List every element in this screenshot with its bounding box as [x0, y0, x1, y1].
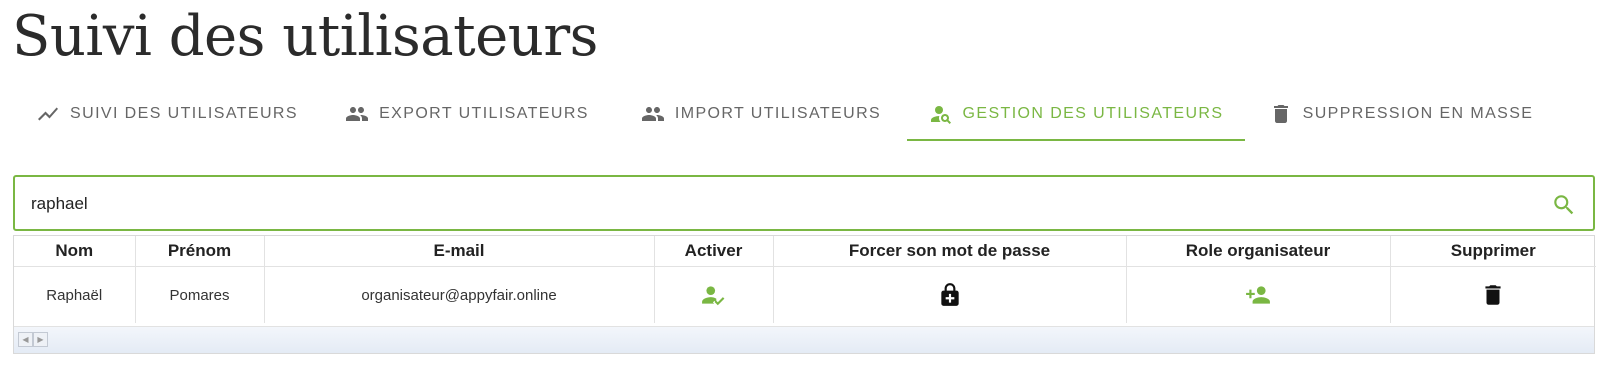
scroll-right-icon[interactable]: ▶ — [33, 332, 48, 347]
trash-icon[interactable] — [1480, 282, 1506, 308]
tab-gestion-utilisateurs[interactable]: GESTION DES UTILISATEURS — [907, 86, 1245, 141]
person-check-icon[interactable] — [701, 282, 727, 308]
users-grid: Nom Prénom E-mail Activer Forcer son mot… — [13, 235, 1596, 354]
column-header-email[interactable]: E-mail — [264, 236, 655, 267]
column-header-role-organisateur[interactable]: Role organisateur — [1126, 236, 1391, 267]
horizontal-scrollbar[interactable]: ◀ ▶ — [14, 326, 1594, 353]
tab-export-utilisateurs[interactable]: EXPORT UTILISATEURS — [322, 86, 612, 141]
person-add-icon[interactable] — [1245, 282, 1271, 308]
column-header-nom[interactable]: Nom — [14, 236, 136, 267]
person-search-icon — [929, 102, 953, 126]
cell-email: organisateur@appyfair.online — [264, 266, 655, 323]
tab-label: IMPORT UTILISATEURS — [674, 104, 882, 122]
scroll-arrows: ◀ ▶ — [18, 332, 48, 347]
tab-label: GESTION DES UTILISATEURS — [962, 104, 1224, 122]
cell-nom: Raphaël — [14, 266, 136, 323]
search-bar — [13, 175, 1595, 231]
tab-label: EXPORT UTILISATEURS — [379, 104, 589, 122]
search-icon[interactable] — [1551, 192, 1577, 218]
tab-label: SUIVI DES UTILISATEURS — [70, 104, 298, 122]
scroll-left-icon[interactable]: ◀ — [18, 332, 33, 347]
column-header-supprimer[interactable]: Supprimer — [1390, 236, 1596, 267]
cell-prenom: Pomares — [135, 266, 265, 323]
group-icon — [641, 102, 665, 126]
cell-forcer-mot-de-passe — [773, 266, 1127, 323]
trending-icon — [36, 102, 60, 126]
column-header-activer[interactable]: Activer — [654, 236, 774, 267]
users-table: Nom Prénom E-mail Activer Forcer son mot… — [14, 236, 1596, 323]
tab-bar: SUIVI DES UTILISATEURS EXPORT UTILISATEU… — [0, 86, 1600, 141]
tab-suivi-utilisateurs[interactable]: SUIVI DES UTILISATEURS — [24, 86, 310, 141]
lock-plus-icon[interactable] — [937, 282, 963, 308]
search-input[interactable] — [31, 191, 1491, 217]
tab-label: SUPPRESSION EN MASSE — [1302, 104, 1534, 122]
tab-import-utilisateurs[interactable]: IMPORT UTILISATEURS — [616, 86, 906, 141]
column-header-forcer-mot-de-passe[interactable]: Forcer son mot de passe — [773, 236, 1127, 267]
cell-role-organisateur — [1126, 266, 1391, 323]
column-header-prenom[interactable]: Prénom — [135, 236, 265, 267]
tab-suppression-masse[interactable]: SUPPRESSION EN MASSE — [1270, 86, 1532, 141]
group-icon — [345, 102, 369, 126]
page-title: Suivi des utilisateurs — [12, 4, 598, 69]
cell-supprimer — [1390, 267, 1596, 324]
table-row: Raphaël Pomares organisateur@appyfair.on… — [14, 266, 1596, 324]
header-row: Nom Prénom E-mail Activer Forcer son mot… — [14, 236, 1596, 267]
trash-icon — [1269, 102, 1293, 126]
cell-activer — [654, 266, 774, 323]
